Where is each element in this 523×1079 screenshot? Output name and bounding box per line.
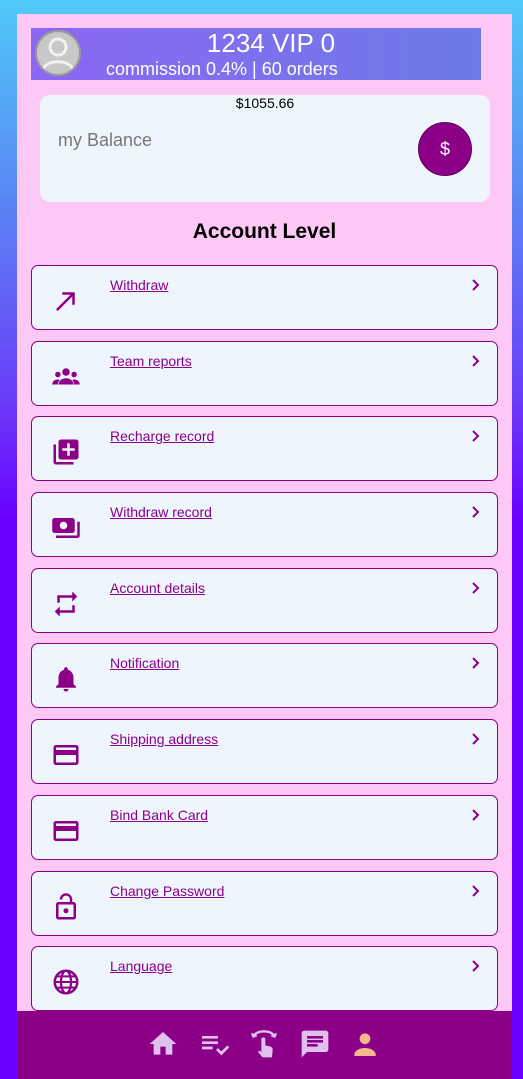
- menu-item-label[interactable]: Team reports: [110, 353, 192, 369]
- card-icon: [51, 816, 83, 848]
- account-page: 1234 VIP 0 commission 0.4% | 60 orders $…: [17, 14, 512, 1079]
- task-list-icon[interactable]: [198, 1028, 230, 1060]
- chevron-right-icon: [470, 732, 482, 746]
- unlock-icon: [51, 892, 83, 924]
- user-vip-title: 1234 VIP 0: [206, 28, 336, 58]
- menu-item-label[interactable]: Shipping address: [110, 731, 218, 747]
- menu-item-label[interactable]: Withdraw record: [110, 504, 212, 520]
- chevron-right-icon: [470, 884, 482, 898]
- add-box-icon: [51, 437, 83, 469]
- menu-item-withdraw[interactable]: Withdraw: [31, 265, 498, 330]
- arrow-up-right-icon: [51, 286, 83, 318]
- chevron-right-icon: [470, 808, 482, 822]
- chevron-right-icon: [470, 656, 482, 670]
- swipe-tap-icon[interactable]: [248, 1028, 280, 1060]
- menu-item-notification[interactable]: Notification: [31, 643, 498, 709]
- menu-item-language[interactable]: Language: [31, 946, 498, 1012]
- menu-item-bind-bank-card[interactable]: Bind Bank Card: [31, 794, 498, 860]
- balance-label: my Balance: [58, 130, 153, 150]
- chevron-right-icon: [470, 429, 482, 443]
- bell-icon: [51, 664, 83, 696]
- menu-item-withdraw-record[interactable]: Withdraw record: [31, 492, 498, 558]
- menu-item-recharge-record[interactable]: Recharge record: [31, 416, 498, 482]
- card-icon: [51, 740, 83, 772]
- menu-item-label[interactable]: Change Password: [110, 883, 224, 899]
- balance-card: $1055.66 my Balance $: [40, 95, 490, 202]
- menu-item-account-details[interactable]: Account details: [31, 567, 498, 633]
- commission-summary: commission 0.4% | 60 orders: [106, 59, 338, 79]
- menu-item-shipping-address[interactable]: Shipping address: [31, 719, 498, 785]
- dollar-icon: $: [439, 138, 450, 159]
- account-menu: Withdraw Team reports Recharge record Wi…: [31, 265, 498, 1022]
- section-title: Account Level: [192, 220, 337, 243]
- chevron-right-icon: [470, 354, 482, 368]
- globe-icon: [51, 967, 83, 999]
- chat-icon[interactable]: [299, 1028, 331, 1060]
- chevron-right-icon: [470, 278, 482, 292]
- menu-item-label[interactable]: Account details: [110, 580, 205, 596]
- group-icon: [51, 362, 83, 394]
- chevron-right-icon: [470, 959, 482, 973]
- home-icon[interactable]: [147, 1028, 179, 1060]
- menu-item-label[interactable]: Withdraw: [110, 277, 168, 293]
- profile-header: 1234 VIP 0 commission 0.4% | 60 orders: [31, 28, 481, 80]
- balance-button[interactable]: $: [418, 122, 472, 176]
- menu-item-team-reports[interactable]: Team reports: [31, 340, 498, 406]
- menu-item-label[interactable]: Language: [110, 958, 172, 974]
- chevron-right-icon: [470, 581, 482, 595]
- menu-item-label[interactable]: Notification: [110, 655, 179, 671]
- chevron-right-icon: [470, 505, 482, 519]
- menu-item-label[interactable]: Recharge record: [110, 428, 214, 444]
- money-icon: [51, 513, 83, 545]
- repeat-icon: [51, 589, 83, 621]
- menu-item-change-password[interactable]: Change Password: [31, 870, 498, 936]
- balance-amount: $1055.66: [235, 95, 295, 111]
- person-icon[interactable]: [349, 1028, 381, 1060]
- menu-item-label[interactable]: Bind Bank Card: [110, 807, 208, 823]
- bottom-nav: [17, 1011, 512, 1079]
